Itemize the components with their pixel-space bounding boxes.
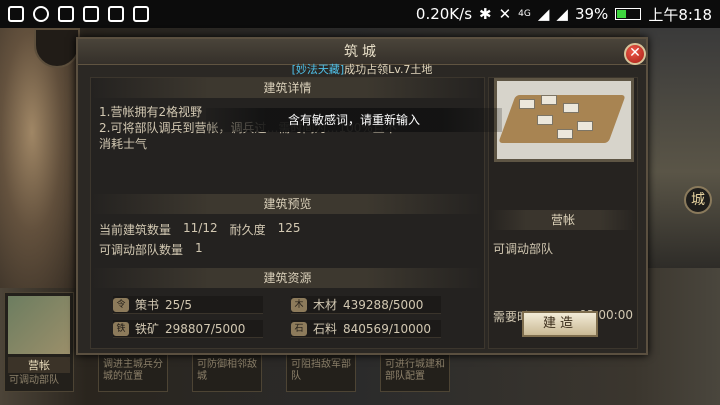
build-dialog: 筑城 [妙法天藏]成功占领Lv.7土地 ✕ 建筑详情 1.营帐拥有2格视野 2.…	[76, 37, 648, 355]
general-portrait	[0, 28, 80, 288]
battery-percent: 39%	[574, 5, 609, 23]
battery-icon	[615, 8, 642, 20]
player-tag: [妙法天藏]	[291, 63, 345, 76]
durability-value: 125	[277, 221, 301, 235]
mute-icon: ✕	[498, 5, 512, 23]
network-type: 4G	[518, 8, 531, 19]
card-desc: 可防御相邻敌城	[197, 359, 257, 382]
resource-value: 25/5	[165, 297, 192, 312]
app-icon	[8, 6, 24, 22]
signal-icon: ◢	[537, 5, 550, 23]
subtitle-text: 成功占领Lv.7土地	[344, 63, 433, 76]
camp-image	[494, 78, 634, 162]
close-button[interactable]: ✕	[624, 43, 646, 65]
resource-value: 439288/5000	[343, 297, 424, 312]
detail-header: 建筑详情	[91, 78, 484, 98]
tent-icon	[557, 129, 573, 139]
card-name: 营帐	[8, 357, 70, 373]
tent-icon	[577, 121, 593, 131]
sensitive-word-toast: 含有敏感词，请重新输入	[206, 108, 502, 132]
dialog-subtitle: [妙法天藏]成功占领Lv.7土地	[78, 61, 646, 77]
building-desc: 可调动部队	[493, 242, 554, 256]
building-panel: 营帐 可调动部队 需要时间 03:00:00	[488, 77, 638, 349]
building-name: 营帐	[489, 210, 637, 230]
status-bar: 0.20K/s ✱ ✕ 4G ◢ ◢ 39% 上午8:18	[0, 0, 720, 28]
durability-label: 耐久度	[229, 223, 266, 237]
army-count-value: 1	[195, 241, 203, 255]
build-count-label: 当前建筑数量	[99, 223, 172, 237]
notes-icon	[83, 6, 99, 22]
build-count-value: 11/12	[183, 221, 218, 235]
card-desc: 可调动部队	[9, 375, 59, 386]
map-terrain	[640, 28, 720, 268]
card-desc: 可进行城建和部队配置	[385, 359, 445, 382]
build-stats-row: 当前建筑数量 11/12 耐久度 125	[99, 221, 301, 238]
alarm-icon	[33, 6, 49, 22]
card-thumbnail	[8, 296, 70, 354]
strategy-book-icon: 令	[113, 297, 129, 312]
tent-icon	[537, 115, 553, 125]
clock: 上午8:18	[648, 5, 712, 24]
army-row: 可调动部队数量 1	[99, 241, 203, 258]
resource-value: 840569/10000	[343, 321, 432, 336]
resource-stone: 石 石料 840569/10000	[291, 320, 441, 338]
image-icon	[58, 6, 74, 22]
resource-name: 木材	[313, 298, 338, 312]
message-icon	[108, 6, 124, 22]
tent-icon	[541, 95, 557, 105]
tent-icon	[519, 99, 535, 109]
package-icon	[133, 6, 149, 22]
card-desc: 可阻挡敌军部队	[291, 359, 351, 382]
city-icon[interactable]: 城	[684, 186, 712, 214]
tent-icon	[563, 103, 579, 113]
resource-name: 铁矿	[135, 322, 160, 336]
resources-header: 建筑资源	[91, 268, 484, 288]
bluetooth-icon: ✱	[479, 5, 492, 23]
resource-wood: 木 木材 439288/5000	[291, 296, 441, 314]
resource-value: 298807/5000	[165, 321, 246, 336]
wood-icon: 木	[291, 297, 307, 312]
building-card-camp[interactable]: 营帐 可调动部队	[4, 292, 74, 392]
network-speed: 0.20K/s	[415, 5, 473, 23]
resource-strategy-book: 令 策书 25/5	[113, 296, 263, 314]
iron-icon: 铁	[113, 321, 129, 336]
signal-icon-2: ◢	[556, 5, 568, 23]
build-button[interactable]: 建造	[522, 311, 598, 337]
army-count-label: 可调动部队数量	[99, 243, 184, 257]
resource-iron: 铁 铁矿 298807/5000	[113, 320, 263, 338]
stone-icon: 石	[291, 321, 307, 336]
detail-line-3: 消耗士气	[99, 137, 148, 151]
resource-name: 石料	[313, 322, 338, 336]
card-desc: 调进主城兵分城的位置	[103, 359, 163, 382]
resource-name: 策书	[135, 298, 160, 312]
close-icon: ✕	[629, 45, 641, 61]
preview-header: 建筑预览	[91, 194, 484, 214]
